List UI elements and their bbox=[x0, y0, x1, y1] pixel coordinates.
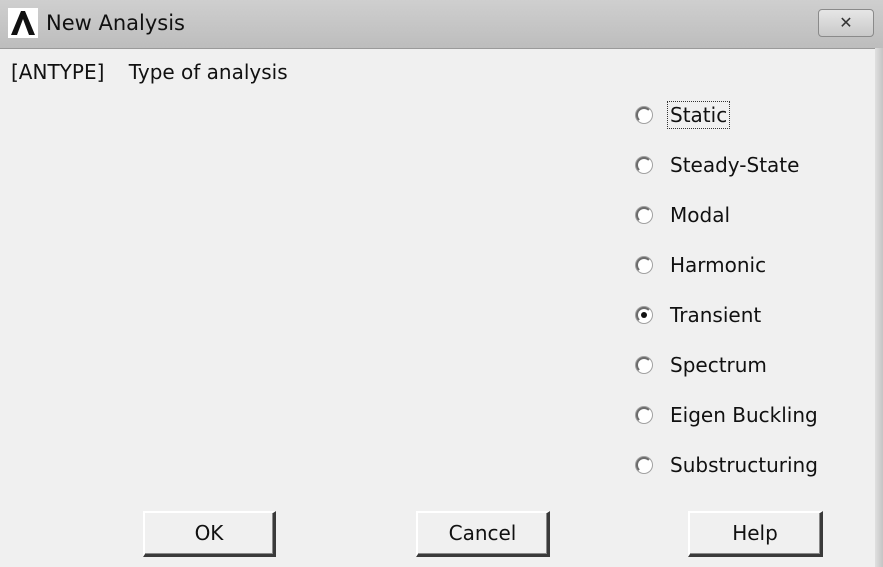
prompt-label: Type of analysis bbox=[128, 60, 288, 84]
new-analysis-dialog: New Analysis ✕ [ANTYPE] Type of analysis… bbox=[0, 0, 883, 567]
close-icon: ✕ bbox=[839, 13, 853, 32]
ok-button[interactable]: OK bbox=[143, 511, 276, 557]
radio-label: Transient bbox=[670, 303, 762, 327]
radio-button[interactable] bbox=[636, 257, 652, 273]
radio-label: Steady-State bbox=[670, 153, 800, 177]
radio-button[interactable] bbox=[636, 457, 652, 473]
close-button[interactable]: ✕ bbox=[818, 9, 874, 37]
radio-button[interactable] bbox=[636, 107, 652, 123]
radio-button[interactable] bbox=[636, 407, 652, 423]
analysis-type-prompt: [ANTYPE] Type of analysis bbox=[11, 60, 288, 84]
radio-label: Modal bbox=[670, 203, 730, 227]
radio-button[interactable] bbox=[636, 307, 652, 323]
radio-label: Spectrum bbox=[670, 353, 767, 377]
radio-label: Substructuring bbox=[670, 453, 818, 477]
radio-label: Eigen Buckling bbox=[670, 403, 818, 427]
radio-label: Harmonic bbox=[670, 253, 767, 277]
help-button[interactable]: Help bbox=[688, 511, 823, 557]
cancel-button[interactable]: Cancel bbox=[416, 511, 550, 557]
radio-button[interactable] bbox=[636, 157, 652, 173]
window-edge bbox=[875, 48, 883, 567]
window-title: New Analysis bbox=[46, 11, 186, 35]
radio-button[interactable] bbox=[636, 207, 652, 223]
title-bar[interactable]: New Analysis ✕ bbox=[0, 0, 883, 49]
ansys-logo-icon bbox=[8, 8, 38, 38]
command-label: [ANTYPE] bbox=[11, 60, 105, 84]
radio-label: Static bbox=[666, 101, 731, 129]
radio-button[interactable] bbox=[636, 357, 652, 373]
